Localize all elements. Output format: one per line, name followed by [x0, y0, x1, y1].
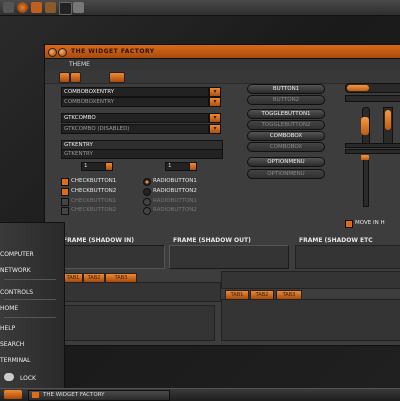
- checkbutton4-disabled-box: [61, 207, 69, 215]
- radiobutton4-disabled-label: RADIOBUTTON2: [153, 207, 197, 213]
- optionmenu-disabled: OPTIONMENU: [247, 169, 325, 179]
- gtk-entry-disabled: GTKENTRY: [61, 149, 223, 159]
- move-label: MOVE IN H: [355, 220, 385, 226]
- taskbar-item-widget-factory[interactable]: THE WIDGET FACTORY: [28, 390, 170, 401]
- checkbutton1-box[interactable]: [61, 178, 69, 186]
- window-title: THE WIDGET FACTORY: [71, 48, 155, 55]
- taskbar-item-label: THE WIDGET FACTORY: [43, 392, 105, 398]
- menu-separator: [4, 317, 56, 318]
- top-panel: [0, 0, 400, 16]
- notebook2-page: [221, 299, 400, 341]
- radiobutton4-disabled-box: [143, 207, 151, 215]
- menu-item-computer[interactable]: COMPUTER: [0, 251, 60, 258]
- checkbutton3-disabled-label: CHECKBUTTON1: [71, 198, 117, 204]
- taskbar: THE WIDGET FACTORY: [0, 388, 400, 401]
- gtkcombo-entry[interactable]: GTKCOMBO: [61, 113, 209, 123]
- taskbar-start-icon[interactable]: [4, 390, 22, 399]
- optionmenu-button[interactable]: OPTIONMENU: [247, 157, 325, 167]
- menu-item-controls[interactable]: CONTROLS: [0, 289, 60, 296]
- combobox-button[interactable]: COMBOBOX: [247, 131, 325, 141]
- horizontal-scale-1[interactable]: [345, 143, 400, 148]
- widget-factory-window: THE WIDGET FACTORY THEME COMBOBOXENTRY ▾…: [44, 44, 400, 346]
- terminal-icon[interactable]: [59, 2, 72, 15]
- vertical-scale-thumb[interactable]: [361, 155, 369, 160]
- menu-item-terminal[interactable]: TERMINAL: [0, 357, 60, 364]
- browser-icon[interactable]: [17, 2, 28, 13]
- menu-item-help[interactable]: HELP: [0, 325, 60, 332]
- lock-icon[interactable]: [4, 373, 14, 381]
- menu-item-home[interactable]: HOME: [0, 305, 60, 312]
- folder-icon[interactable]: [45, 2, 56, 13]
- checkbutton4-disabled-label: CHECKBUTTON2: [71, 207, 117, 213]
- radiobutton3-disabled-label: RADIOBUTTON1: [153, 198, 197, 204]
- menubar: THEME: [45, 59, 400, 70]
- combobox-disabled: COMBOBOX: [247, 142, 325, 152]
- screenshot-icon[interactable]: [73, 2, 84, 13]
- app-launcher-icon[interactable]: [3, 2, 14, 13]
- vertical-progress-track: [383, 107, 393, 147]
- horizontal-scale-2[interactable]: [345, 149, 400, 154]
- minimize-icon[interactable]: [58, 48, 67, 57]
- frame-shadow-in: [63, 245, 165, 269]
- horizontal-progress-fill: [347, 85, 369, 91]
- togglebutton2: TOGGLEBUTTON2: [247, 120, 325, 130]
- frame-shadow-out-label: FRAME (SHADOW OUT): [173, 237, 251, 244]
- menu-separator: [4, 299, 56, 300]
- frame-shadow-etched-label: FRAME (SHADOW ETC: [299, 237, 373, 244]
- menu-item-search[interactable]: SEARCH: [0, 341, 60, 348]
- mail-icon[interactable]: [31, 2, 42, 13]
- checkbutton3-disabled-box: [61, 198, 69, 206]
- menu-item-lock[interactable]: LOCK: [20, 375, 60, 382]
- checkbutton2-label: CHECKBUTTON2: [71, 188, 117, 194]
- notebook-right-page: [221, 271, 400, 289]
- horizontal-progress-bar-2: [345, 95, 400, 102]
- menu-item-network[interactable]: NETWORK: [0, 267, 60, 274]
- gtkcombo-disabled-dropdown: ▾: [209, 124, 221, 134]
- checkbutton2-box[interactable]: [61, 188, 69, 196]
- togglebutton1[interactable]: TOGGLEBUTTON1: [247, 109, 325, 119]
- combobox-entry-dropdown[interactable]: ▾: [209, 87, 221, 97]
- toolbar: [45, 70, 400, 84]
- frame-shadow-out: [169, 245, 289, 269]
- menu-theme[interactable]: THEME: [69, 61, 90, 68]
- frame-shadow-in-label: FRAME (SHADOW IN): [63, 237, 135, 244]
- checkbutton1-label: CHECKBUTTON1: [71, 178, 117, 184]
- menu-separator: [4, 279, 56, 280]
- spin2-arrows[interactable]: [189, 162, 197, 171]
- gtkcombo-disabled: GTKCOMBO (DISABLED): [61, 124, 209, 134]
- launcher-menu: COMPUTER NETWORK CONTROLS HOME HELP SEAR…: [0, 222, 65, 392]
- taskbar-item-icon: [32, 392, 39, 398]
- notebook1-page: [63, 282, 221, 302]
- frame-shadow-etched: [295, 245, 400, 269]
- forward-button[interactable]: [70, 72, 81, 83]
- window-titlebar[interactable]: THE WIDGET FACTORY: [45, 45, 400, 59]
- radiobutton2-label: RADIOBUTTON2: [153, 188, 197, 194]
- spin1-arrows[interactable]: [105, 162, 113, 171]
- radiobutton1-box[interactable]: [143, 178, 151, 186]
- back-button[interactable]: [59, 72, 70, 83]
- vertical-slider-thumb[interactable]: [361, 117, 369, 135]
- move-checkbox[interactable]: [345, 220, 353, 228]
- radiobutton2-box[interactable]: [143, 188, 151, 196]
- radiobutton1-label: RADIOBUTTON1: [153, 178, 197, 184]
- vertical-progress-fill: [385, 110, 391, 130]
- close-icon[interactable]: [48, 48, 57, 57]
- bottom-left-frame: [63, 305, 215, 341]
- combobox-entry-disabled: COMBOBOXENTRY: [61, 97, 209, 107]
- vertical-scale[interactable]: [363, 155, 369, 207]
- radiobutton3-disabled-box: [143, 198, 151, 206]
- button2-disabled: BUTTON2: [247, 95, 325, 105]
- combobox-entry-disabled-dropdown: ▾: [209, 97, 221, 107]
- horizontal-progress-bar: [345, 83, 400, 93]
- combobox-entry[interactable]: COMBOBOXENTRY: [61, 87, 209, 97]
- home-button[interactable]: [109, 72, 125, 83]
- gtkcombo-dropdown[interactable]: ▾: [209, 113, 221, 123]
- button1[interactable]: BUTTON1: [247, 84, 325, 94]
